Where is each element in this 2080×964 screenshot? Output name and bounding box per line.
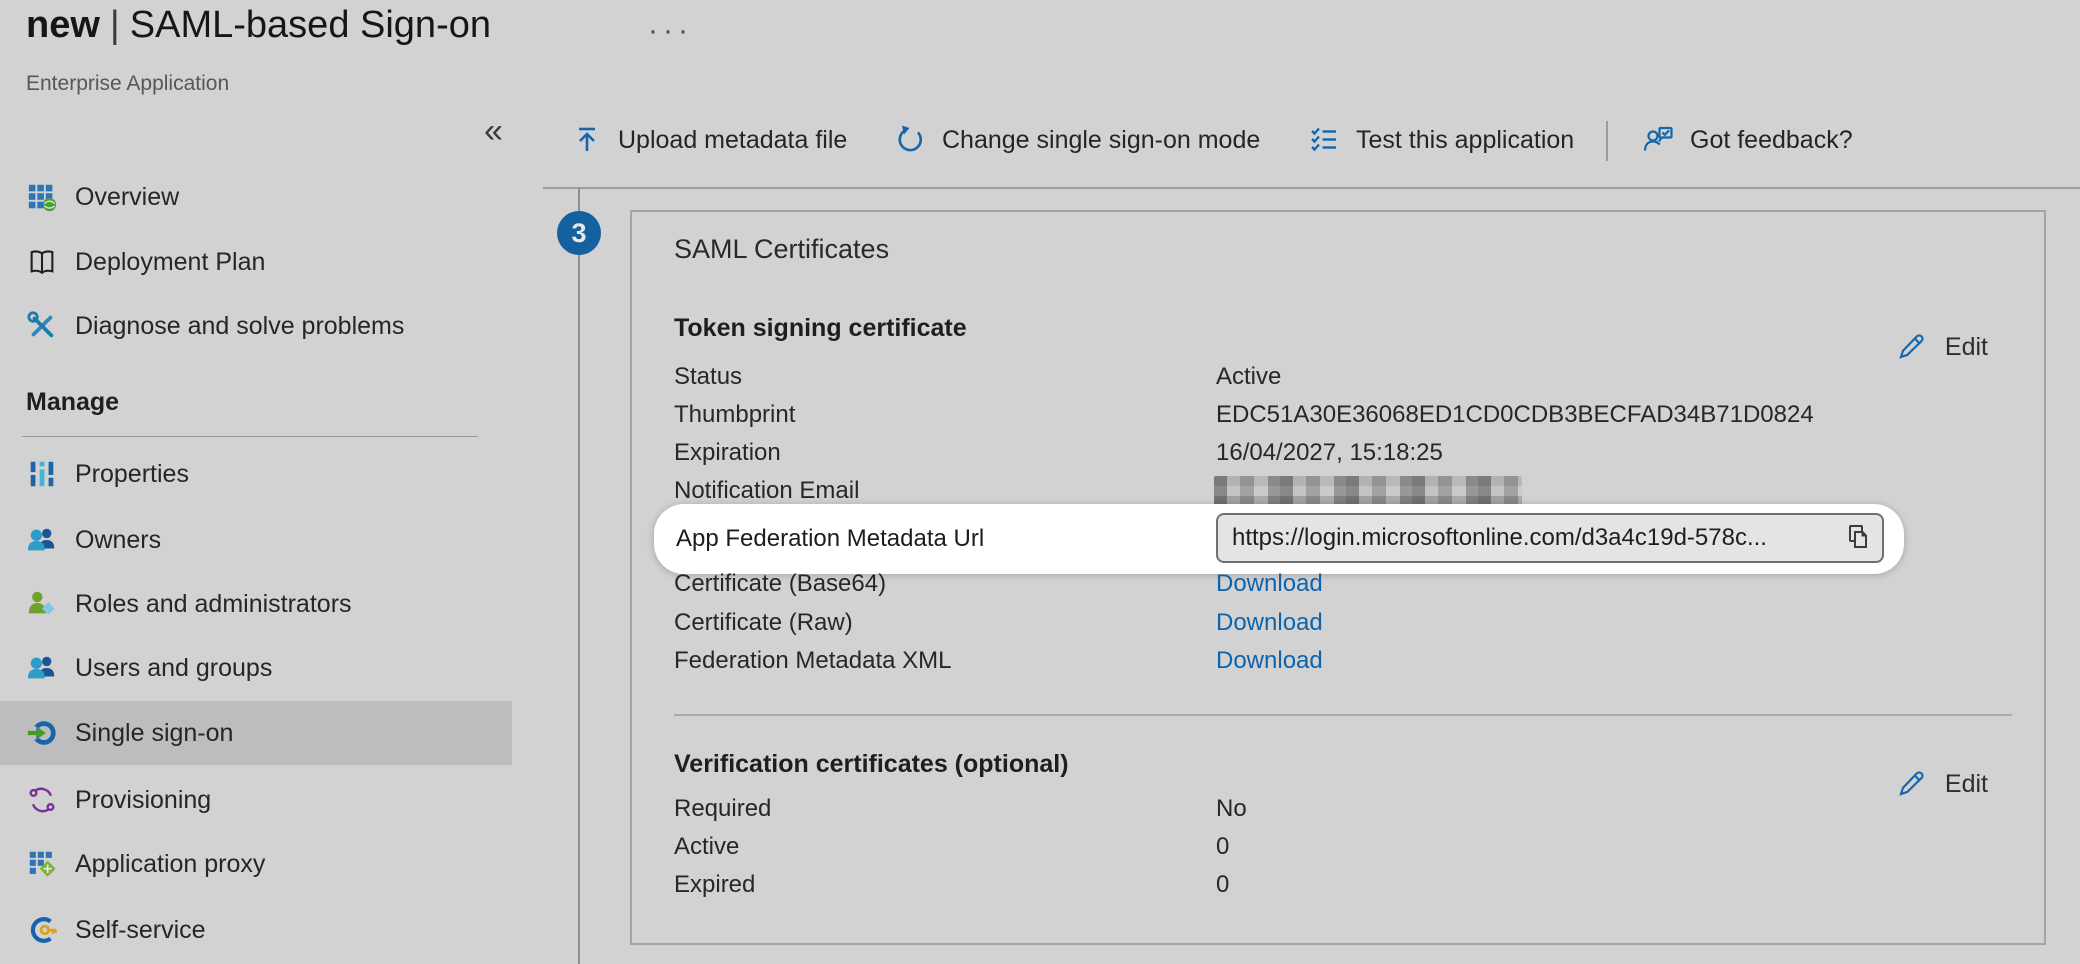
- sidebar-collapse-icon[interactable]: «: [484, 112, 503, 151]
- title-separator: |: [100, 4, 130, 46]
- more-menu-icon[interactable]: ···: [648, 14, 693, 48]
- sidebar-divider: [22, 436, 478, 437]
- sso-circle-arrow-icon: [26, 717, 58, 749]
- sidebar-item-users-groups[interactable]: Users and groups: [0, 636, 520, 700]
- expired-row: Expired 0: [674, 870, 2008, 900]
- certificate-base64-row: Certificate (Base64) Download: [674, 569, 2008, 599]
- open-book-icon: [26, 246, 58, 278]
- required-value: No: [1216, 794, 1247, 824]
- sidebar-item-self-service[interactable]: Self-service: [0, 898, 520, 962]
- column-bars-icon: [26, 458, 58, 490]
- sidebar-item-properties[interactable]: Properties: [0, 442, 520, 506]
- copy-url-button[interactable]: [1842, 522, 1874, 554]
- grid-diamond-icon: [26, 848, 58, 880]
- got-feedback-button[interactable]: Got feedback?: [1642, 116, 1853, 164]
- metadata-url-value: https://login.microsoftonline.com/d3a4c1…: [1232, 515, 1824, 561]
- sidebar-item-roles-administrators[interactable]: Roles and administrators: [0, 572, 520, 636]
- grid-globe-icon: [26, 181, 58, 213]
- federation-metadata-xml-row: Federation Metadata XML Download: [674, 646, 2008, 676]
- key-circle-icon: [26, 914, 58, 946]
- thumbprint-row: Thumbprint EDC51A30E36068ED1CD0CDB3BECFA…: [674, 400, 2008, 430]
- person-feedback-icon: [1642, 123, 1676, 157]
- copy-icon: [1842, 522, 1874, 554]
- sidebar-item-single-sign-on[interactable]: Single sign-on: [0, 701, 512, 765]
- change-sso-mode-button[interactable]: Change single sign-on mode: [894, 116, 1260, 164]
- pencil-icon: [1893, 329, 1929, 365]
- sidebar-item-provisioning[interactable]: Provisioning: [0, 768, 520, 832]
- verification-certificates-heading: Verification certificates (optional): [674, 750, 1069, 779]
- upload-metadata-file-button[interactable]: Upload metadata file: [570, 116, 847, 164]
- sidebar-item-deployment-plan[interactable]: Deployment Plan: [0, 230, 520, 294]
- active-row: Active 0: [674, 832, 2008, 862]
- required-row: Required No: [674, 794, 2008, 824]
- sync-circle-icon: [26, 784, 58, 816]
- toolbar-bottom-border: [543, 187, 2080, 189]
- notification-email-row: Notification Email: [674, 476, 2008, 506]
- expiration-row: Expiration 16/04/2027, 15:18:25: [674, 438, 2008, 468]
- thumbprint-value: EDC51A30E36068ED1CD0CDB3BECFAD34B71D0824: [1216, 400, 1814, 430]
- toolbar-divider: [1606, 121, 1608, 161]
- active-value: 0: [1216, 832, 1229, 862]
- sidebar-item-overview[interactable]: Overview: [0, 165, 520, 229]
- status-row: Status Active: [674, 362, 2008, 392]
- sidebar-item-owners[interactable]: Owners: [0, 508, 520, 572]
- test-application-button[interactable]: Test this application: [1308, 116, 1574, 164]
- two-people-icon: [26, 652, 58, 684]
- app-window: new|SAML-based Sign-on ··· Enterprise Ap…: [0, 0, 2080, 964]
- app-federation-metadata-url-label: App Federation Metadata Url: [676, 504, 984, 574]
- checklist-icon: [1308, 123, 1342, 157]
- blade-title: SAML-based Sign-on: [130, 4, 491, 46]
- sidebar-item-application-proxy[interactable]: Application proxy: [0, 832, 520, 896]
- step-3-badge: 3: [557, 211, 601, 255]
- token-signing-certificate-heading: Token signing certificate: [674, 314, 967, 343]
- app-name: new: [26, 4, 100, 46]
- two-people-icon: [26, 524, 58, 556]
- section-divider: [674, 714, 2012, 716]
- page-subtitle: Enterprise Application: [26, 72, 229, 96]
- download-base64-link[interactable]: Download: [1216, 569, 1323, 599]
- saml-certificates-panel: SAML Certificates Token signing certific…: [630, 210, 2046, 945]
- download-metadata-xml-link[interactable]: Download: [1216, 646, 1323, 676]
- undo-arrow-icon: [894, 123, 928, 157]
- metadata-url-input[interactable]: https://login.microsoftonline.com/d3a4c1…: [1216, 513, 1884, 563]
- expired-value: 0: [1216, 870, 1229, 900]
- panel-title: SAML Certificates: [674, 234, 889, 265]
- expiration-value: 16/04/2027, 15:18:25: [1216, 438, 1443, 468]
- certificate-raw-row: Certificate (Raw) Download: [674, 608, 2008, 638]
- status-value: Active: [1216, 362, 1281, 392]
- upload-icon: [570, 123, 604, 157]
- download-raw-link[interactable]: Download: [1216, 608, 1323, 638]
- app-federation-metadata-url-highlight: App Federation Metadata Url https://logi…: [654, 504, 1904, 574]
- page-title: new|SAML-based Sign-on: [26, 4, 491, 47]
- sidebar-section-manage: Manage: [26, 388, 119, 417]
- crossed-tools-icon: [26, 310, 58, 342]
- redacted-email-value: [1214, 476, 1522, 506]
- step-rail-line: [578, 188, 580, 964]
- sidebar-item-diagnose[interactable]: Diagnose and solve problems: [0, 294, 520, 358]
- person-cube-icon: [26, 588, 58, 620]
